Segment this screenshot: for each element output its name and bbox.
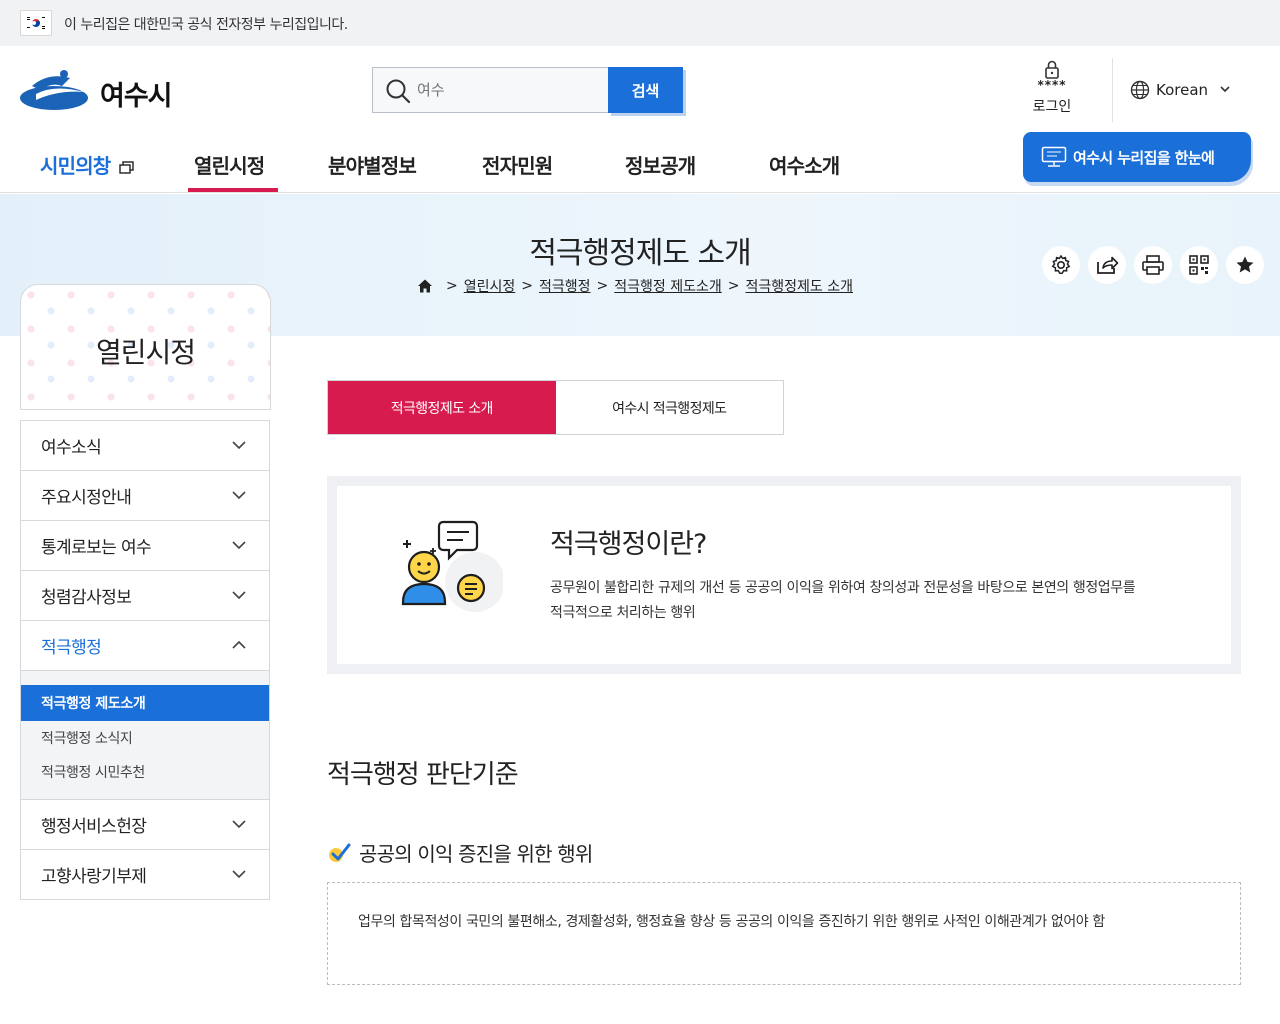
- check-bullet-icon: [329, 843, 351, 862]
- chevron-down-icon: [232, 820, 246, 829]
- sidebar-item-integrity-audit[interactable]: 청렴감사정보: [21, 571, 269, 621]
- language-select[interactable]: Korean: [1130, 78, 1236, 102]
- sidebar-submenu: 적극행정 제도소개 적극행정 소식지 적극행정 시민추천: [21, 671, 269, 800]
- sub-heading-text: 공공의 이익 증진을 위한 행위: [359, 842, 593, 866]
- sidebar-title-box: 열린시정: [20, 284, 271, 410]
- sidebar-subitem-system-intro[interactable]: 적극행정 제도소개: [21, 685, 269, 721]
- header-divider: [1112, 58, 1113, 122]
- intro-description-line: 공무원이 불합리한 규제의 개선 등 공공의 이익을 위하여 창의성과 전문성을…: [550, 580, 1136, 596]
- all-menu-label: 여수시 누리집을 한눈에: [1073, 148, 1215, 167]
- breadcrumb-item[interactable]: 적극행정 제도소개: [614, 276, 722, 296]
- breadcrumb: > 열린시정 > 적극행정 > 적극행정 제도소개 > 적극행정제도 소개: [416, 276, 853, 296]
- login-stars: ****: [1037, 78, 1067, 92]
- breadcrumb-item[interactable]: 적극행정제도 소개: [746, 276, 854, 296]
- sidebar-item-yeosu-news[interactable]: 여수소식: [21, 421, 269, 471]
- intro-heading: 적극행정이란?: [550, 529, 707, 560]
- breadcrumb-item[interactable]: 적극행정: [539, 276, 591, 296]
- qr-code-button[interactable]: [1180, 246, 1218, 284]
- gnb-item-citizen[interactable]: 시민의창: [40, 150, 135, 179]
- home-icon[interactable]: [416, 277, 434, 295]
- sidebar-item-hometown-donation[interactable]: 고향사랑기부제: [21, 850, 269, 900]
- search-box[interactable]: [372, 67, 608, 113]
- criteria-note-box: 업무의 합목적성이 국민의 불편해소, 경제활성화, 행정효율 향상 등 공공의…: [327, 882, 1241, 985]
- search-button[interactable]: 검색: [608, 67, 683, 113]
- chevron-down-icon: [1220, 86, 1230, 93]
- breadcrumb-item[interactable]: 열린시정: [464, 276, 516, 296]
- utility-toolbar: [1042, 246, 1264, 284]
- intro-description: 공무원이 불합리한 규제의 개선 등 공공의 이익을 위하여 창의성과 전문성을…: [550, 576, 1200, 626]
- intro-box-inner: 적극행정이란? 공무원이 불합리한 규제의 개선 등 공공의 이익을 위하여 창…: [337, 486, 1231, 664]
- search-input[interactable]: [417, 76, 597, 104]
- gnb-item-open-administration[interactable]: 열린시정: [194, 150, 265, 179]
- chevron-down-icon: [232, 591, 246, 600]
- breadcrumb-separator: >: [521, 278, 533, 294]
- sidebar-item-label: 행정서비스헌장: [41, 817, 147, 837]
- consultation-illustration-icon: [401, 520, 503, 612]
- gnb-item-citizen-label: 시민의창: [40, 154, 111, 178]
- star-icon: [1236, 256, 1254, 273]
- gnb-item-info-disclosure[interactable]: 정보공개: [625, 150, 696, 179]
- section-title: 적극행정 판단기준: [327, 760, 519, 790]
- sidebar-item-label: 적극행정: [41, 638, 102, 658]
- gear-icon: [1051, 254, 1071, 275]
- tab-yeosu-system[interactable]: 여수시 적극행정제도: [555, 381, 783, 434]
- sidebar-item-proactive-admin[interactable]: 적극행정: [21, 621, 269, 671]
- login-button[interactable]: **** 로그인: [1022, 60, 1082, 120]
- gnb-item-field-info[interactable]: 분야별정보: [328, 150, 417, 179]
- chevron-down-icon: [232, 491, 246, 500]
- sidebar-item-service-charter[interactable]: 행정서비스헌장: [21, 800, 269, 850]
- globe-icon: [1130, 80, 1150, 100]
- chevron-up-icon: [232, 640, 246, 649]
- monitor-icon: [1041, 146, 1067, 167]
- sidebar-menu: 여수소식 주요시정안내 통계로보는 여수 청렴감사정보 적극행정 적극행정 제도…: [20, 420, 270, 900]
- gnb-item-about-yeosu[interactable]: 여수소개: [769, 150, 840, 179]
- sidebar-item-statistics[interactable]: 통계로보는 여수: [21, 521, 269, 571]
- search-icon: [385, 78, 411, 108]
- sidebar-item-label: 고향사랑기부제: [41, 867, 147, 887]
- breadcrumb-separator: >: [596, 278, 609, 294]
- new-window-icon: [118, 160, 134, 174]
- breadcrumb-separator: >: [446, 278, 458, 294]
- chevron-down-icon: [232, 441, 246, 450]
- gov-banner: 이 누리집은 대한민국 공식 전자정부 누리집입니다.: [0, 0, 1280, 46]
- qr-code-icon: [1189, 255, 1209, 275]
- settings-button[interactable]: [1042, 246, 1080, 284]
- sidebar-item-major-policy[interactable]: 주요시정안내: [21, 471, 269, 521]
- share-icon: [1097, 256, 1119, 274]
- intro-box: 적극행정이란? 공무원이 불합리한 규제의 개선 등 공공의 이익을 위하여 창…: [327, 476, 1241, 674]
- content-tabs: 적극행정제도 소개 여수시 적극행정제도: [327, 380, 784, 435]
- gov-banner-text: 이 누리집은 대한민국 공식 전자정부 누리집입니다.: [64, 17, 348, 33]
- all-menu-button[interactable]: 여수시 누리집을 한눈에: [1023, 132, 1251, 182]
- gnb-active-indicator: [188, 188, 278, 192]
- language-label: Korean: [1156, 81, 1209, 99]
- korea-flag-icon: [20, 10, 52, 36]
- login-label: 로그인: [1032, 99, 1072, 115]
- sidebar-item-label: 청렴감사정보: [41, 588, 132, 608]
- chevron-down-icon: [232, 870, 246, 879]
- sidebar-title: 열린시정: [95, 336, 196, 369]
- gnb-item-e-civil[interactable]: 전자민원: [482, 150, 553, 179]
- sidebar-item-label: 주요시정안내: [41, 488, 132, 508]
- sidebar-item-label: 통계로보는 여수: [41, 538, 152, 558]
- criteria-note-text: 업무의 합목적성이 국민의 불편해소, 경제활성화, 행정효율 향상 등 공공의…: [358, 914, 1105, 930]
- logo-text[interactable]: 여수시: [100, 74, 173, 113]
- print-button[interactable]: [1134, 246, 1172, 284]
- favorite-button[interactable]: [1226, 246, 1264, 284]
- share-button[interactable]: [1088, 246, 1126, 284]
- tab-system-intro[interactable]: 적극행정제도 소개: [328, 381, 556, 434]
- yeosu-logo-icon: [20, 70, 88, 110]
- chevron-down-icon: [232, 541, 246, 550]
- sidebar-subitem-newsletter[interactable]: 적극행정 소식지: [21, 721, 269, 755]
- printer-icon: [1142, 255, 1164, 275]
- intro-description-line: 적극적으로 처리하는 행위: [550, 605, 696, 621]
- sidebar-item-label: 여수소식: [41, 438, 102, 458]
- sidebar-subitem-citizen-recommend[interactable]: 적극행정 시민추천: [21, 755, 269, 789]
- sub-heading: 공공의 이익 증진을 위한 행위: [327, 838, 593, 867]
- breadcrumb-separator: >: [727, 278, 740, 294]
